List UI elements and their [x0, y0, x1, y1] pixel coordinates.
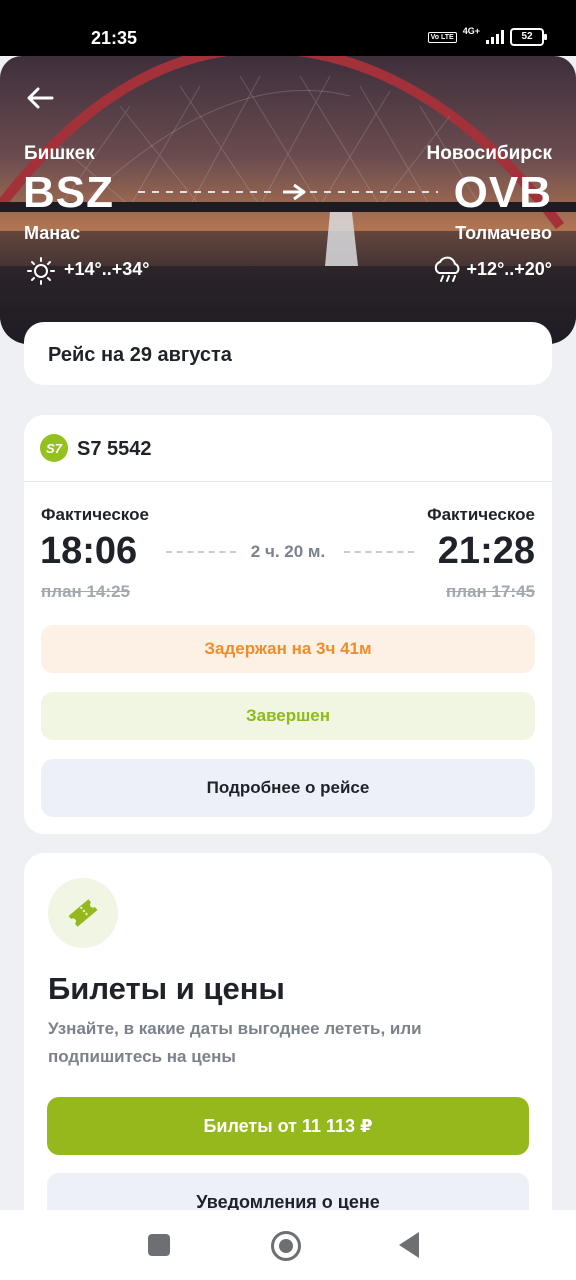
divider: [24, 481, 552, 482]
ticket-icon: [68, 899, 98, 927]
origin-code: BSZ: [23, 168, 114, 217]
flight-status-badge: Завершен: [41, 692, 535, 740]
system-nav-bar: [0, 1210, 576, 1280]
arrow-left-icon: [27, 87, 54, 109]
duration-line-right: [344, 551, 414, 553]
destination-airport: Толмачево: [455, 223, 552, 243]
departure-plan-time: план 14:25: [41, 582, 130, 601]
arrival-label: Фактическое: [427, 505, 535, 524]
status-time: 21:35: [91, 28, 138, 48]
tickets-title: Билеты и цены: [48, 971, 285, 1006]
sun-icon: [27, 257, 55, 285]
volte-icon: Vo LTE: [427, 31, 457, 43]
signal-icon: [486, 30, 504, 44]
battery-icon: 52: [510, 28, 547, 46]
flight-card: S7 S7 5542 Фактическое Фактическое 18:06…: [24, 415, 552, 834]
origin-city: Бишкек: [24, 143, 95, 164]
rain-cloud-icon: [434, 256, 460, 282]
network-type: 4G+: [462, 26, 480, 36]
origin-airport: Манас: [24, 223, 81, 243]
home-icon[interactable]: [271, 1231, 301, 1261]
plane-icon: [283, 184, 306, 200]
flight-details-button[interactable]: Подробнее о рейсе: [41, 759, 535, 817]
flight-date-card: Рейс на 29 августа: [24, 322, 552, 385]
route-line: [138, 184, 438, 200]
airline-logo: S7: [40, 434, 68, 462]
destination-city: Новосибирск: [426, 143, 552, 164]
buy-tickets-button[interactable]: Билеты от 11 113 ₽: [47, 1097, 529, 1155]
destination-code: OVB: [453, 168, 552, 217]
back-button[interactable]: [22, 80, 58, 116]
tickets-card: Билеты и цены Узнайте, в какие даты выго…: [24, 853, 552, 1233]
departure-label: Фактическое: [41, 505, 149, 524]
origin-weather: +14°..+34°: [64, 259, 150, 279]
flight-date: Рейс на 29 августа: [48, 344, 232, 366]
recent-apps-icon[interactable]: [148, 1234, 170, 1256]
flight-hero: Бишкек Новосибирск BSZ OVB Манас Толмаче…: [0, 56, 576, 344]
back-triangle-icon[interactable]: [399, 1232, 419, 1258]
delay-status-badge: Задержан на 3ч 41м: [41, 625, 535, 673]
flight-duration: 2 ч. 20 м.: [250, 542, 326, 561]
status-bar: 21:35 Vo LTE 4G+ 52: [0, 0, 576, 56]
tickets-subtitle: Узнайте, в какие даты выгоднее лететь, и…: [48, 1019, 422, 1066]
flight-number: S7 5542: [77, 438, 152, 460]
ticket-icon-badge: [48, 878, 118, 948]
arrival-plan-time: план 17:45: [446, 582, 535, 601]
status-icons: Vo LTE 4G+ 52: [427, 26, 547, 46]
destination-weather: +12°..+20°: [466, 259, 552, 279]
